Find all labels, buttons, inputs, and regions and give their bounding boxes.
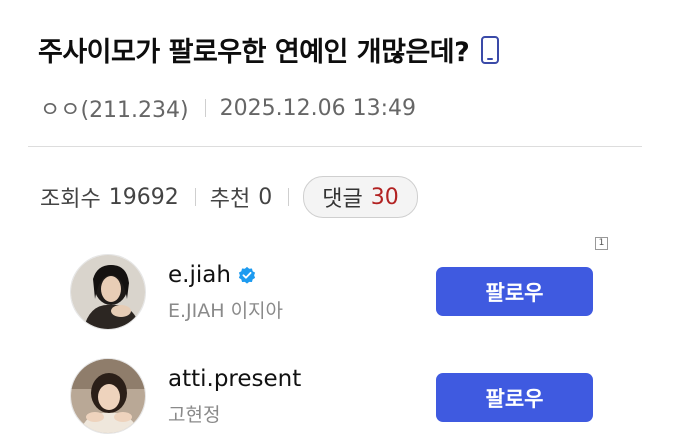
avatar[interactable] [70,254,146,330]
avatar-photo [71,359,145,433]
verified-badge-icon [238,266,256,284]
stats-divider [194,188,196,206]
comments-label: 댓글 [322,187,363,212]
account-info: e.jiah E.JIAH 이지아 [168,262,283,323]
mobile-phone-icon [481,35,500,64]
account-handle[interactable]: atti.present [168,366,301,392]
author-name[interactable]: ㅇㅇ(211.234) [40,92,189,124]
post-datetime: 2025.12.06 13:49 [219,95,416,121]
meta-divider [204,99,206,117]
follow-button[interactable]: 팔로우 [436,373,593,422]
likes-count: 0 [258,184,273,210]
post-title: 주사이모가 팔로우한 연예인 개많은데? [38,37,470,68]
post-header: 주사이모가 팔로우한 연예인 개많은데? [38,30,500,69]
avatar[interactable] [70,358,146,434]
post-meta: ㅇㅇ(211.234) 2025.12.06 13:49 [40,92,416,124]
account-display-name: E.JIAH 이지아 [168,299,284,322]
account-display-name: 고현정 [168,403,221,426]
account-row: atti.present 고현정 팔로우 [70,358,600,434]
views-count: 19692 [108,184,179,210]
comments-button[interactable]: 댓글 30 [303,176,418,218]
comments-count: 30 [370,184,399,210]
follow-button[interactable]: 팔로우 [436,267,593,316]
avatar-photo [71,255,145,329]
header-divider [28,146,642,147]
stats-divider [288,188,290,206]
views-label: 조회수 [40,187,101,212]
info-badge: 1 [595,237,608,250]
post-stats: 조회수 19692 추천 0 댓글 30 [40,176,418,218]
likes-label: 추천 [209,187,251,212]
account-info: atti.present 고현정 [168,366,301,427]
account-row: e.jiah E.JIAH 이지아 팔로우 [70,254,600,330]
account-handle[interactable]: e.jiah [168,262,231,288]
